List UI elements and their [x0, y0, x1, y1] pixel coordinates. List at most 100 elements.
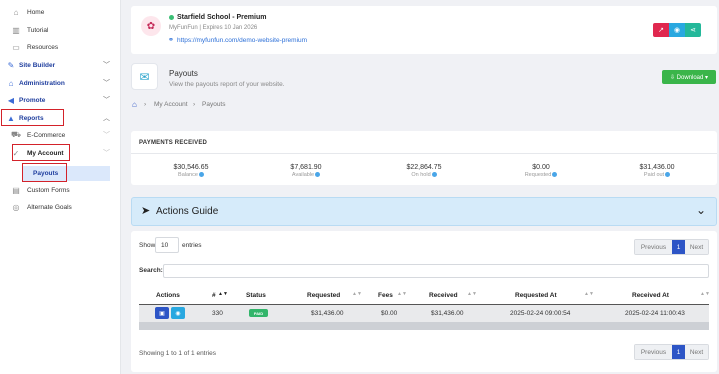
prev-button[interactable]: Previous: [635, 345, 672, 359]
sort-icon[interactable]: ▲▼: [467, 291, 477, 297]
stat-requested: $0.00 Requested: [486, 164, 596, 178]
highlight-payouts: [22, 163, 67, 182]
highlight-reports: [1, 109, 64, 126]
brush-icon: ✎: [7, 60, 15, 70]
prev-button[interactable]: Previous: [635, 240, 672, 254]
site-title: Starfield School - Premium: [177, 14, 267, 21]
sidebar-item-administration[interactable]: ⌂ Administration ﹀: [0, 75, 121, 91]
sidebar-item-site-builder[interactable]: ✎ Site Builder ﹀: [0, 57, 121, 73]
next-button[interactable]: Next: [685, 345, 708, 359]
col-actions: Actions: [156, 292, 180, 299]
page-subtitle: View the payouts report of your website.: [169, 81, 285, 88]
eye-icon: ◉: [673, 27, 681, 34]
actions-guide[interactable]: [131, 197, 717, 226]
page-1-button[interactable]: 1: [672, 240, 685, 254]
sidebar-item-promote[interactable]: ◀ Promote ﹀: [0, 92, 121, 108]
chevron-down-icon: ﹀: [103, 132, 110, 139]
sort-icon[interactable]: ▲▼: [352, 291, 362, 297]
entries-select[interactable]: 10: [155, 237, 179, 253]
info-icon: [198, 172, 204, 178]
breadcrumb-home-icon[interactable]: ⌂: [132, 100, 137, 109]
site-logo: ✿: [141, 16, 161, 36]
status-dot: [169, 15, 174, 20]
col-received-at[interactable]: Received At: [632, 292, 669, 299]
site-subtitle: MyFunFun | Expires 10 Jan 2026: [169, 25, 258, 31]
sort-icon[interactable]: ▲▼: [700, 291, 710, 297]
site-url[interactable]: https://myfunfun.com/demo-website-premiu…: [177, 37, 307, 44]
copy-icon: ▣: [159, 310, 165, 317]
sort-icon[interactable]: ▲▼: [218, 291, 228, 297]
sort-icon[interactable]: ▲▼: [397, 291, 407, 297]
info-icon: [315, 172, 321, 178]
info-icon: [552, 172, 558, 178]
unpublish-button[interactable]: ↗: [653, 23, 669, 37]
page-1-button[interactable]: 1: [672, 345, 685, 359]
search-label: Search:: [139, 267, 163, 274]
chevron-up-icon: ︿: [103, 115, 110, 122]
sort-icon[interactable]: ▲▼: [584, 291, 594, 297]
divider: [131, 153, 717, 154]
chevron-down-icon: ﹀: [103, 80, 110, 87]
table-footer-bar: [139, 322, 709, 330]
site-actions: ↗ ◉ ⋖: [653, 23, 701, 37]
row-requested-at: 2025-02-24 09:00:54: [510, 310, 571, 317]
col-fees[interactable]: Fees: [378, 292, 393, 299]
sidebar-item-tutorial[interactable]: ▥ Tutorial: [0, 22, 121, 38]
stat-on-hold: $22,864.75 On hold: [406, 164, 442, 178]
entries-info: Showing 1 to 1 of 1 entries: [139, 350, 216, 357]
status-badge: PAID: [249, 309, 268, 317]
chevron-down-icon: ﹀: [103, 97, 110, 104]
breadcrumb-sep-icon: ›: [193, 101, 196, 108]
actions-guide-title: Actions Guide: [156, 206, 219, 217]
share-button[interactable]: ⋖: [685, 23, 701, 37]
row-received: $31,436.00: [431, 310, 464, 317]
folder-icon: ▭: [12, 42, 20, 52]
col-requested[interactable]: Requested: [307, 292, 340, 299]
share-icon: ⋖: [690, 27, 696, 34]
entries-label: entries: [182, 242, 202, 249]
copy-button[interactable]: ▣: [155, 307, 169, 319]
stat-paid-out: $31,436.00 Paid out: [639, 164, 675, 178]
download-button[interactable]: ⇩ Download ▾: [662, 70, 716, 84]
breadcrumb-payouts: Payouts: [202, 101, 226, 108]
sidebar-item-resources[interactable]: ▭ Resources: [0, 39, 121, 55]
info-icon: [431, 172, 437, 178]
col-status[interactable]: Status: [246, 292, 266, 299]
sidebar: ⌂ Home ▥ Tutorial ▭ Resources ✎ Site Bui…: [0, 0, 121, 374]
next-button[interactable]: Next: [685, 240, 708, 254]
row-fees: $0.00: [381, 310, 398, 317]
payments-title: PAYMENTS RECEIVED: [139, 140, 208, 146]
arrow-icon: ↗: [658, 27, 664, 34]
cart-icon: ⛟: [10, 130, 22, 139]
row-requested: $31,436.00: [311, 310, 344, 317]
col-id[interactable]: #: [212, 292, 216, 299]
chevron-down-icon: ﹀: [103, 150, 110, 157]
pager-top: Previous 1 Next: [634, 239, 709, 255]
col-received[interactable]: Received: [429, 292, 458, 299]
page-title: Payouts: [169, 69, 198, 78]
highlight-my-account: [12, 144, 70, 161]
sidebar-item-ecommerce[interactable]: ⛟ E-Commerce ﹀: [0, 127, 121, 143]
chevron-down-icon: ﹀: [103, 62, 110, 69]
megaphone-icon: ◀: [7, 95, 15, 105]
book-icon: ▥: [12, 25, 20, 35]
chevron-down-icon[interactable]: ⌄: [696, 203, 706, 217]
sidebar-item-custom-forms[interactable]: ▤ Custom Forms: [0, 182, 121, 198]
payouts-icon: ✉: [131, 63, 158, 90]
breadcrumb-my-account[interactable]: My Account: [154, 101, 188, 108]
pager-bottom: Previous 1 Next: [634, 344, 709, 360]
cursor-icon: ➤: [141, 205, 151, 217]
home-icon: ⌂: [13, 7, 19, 17]
row-received-at: 2025-02-24 11:00:43: [625, 310, 685, 317]
sidebar-item-alternate-goals[interactable]: ◎ Alternate Goals: [0, 199, 121, 215]
target-icon: ◎: [12, 202, 20, 212]
sidebar-item-home[interactable]: ⌂ Home: [0, 4, 121, 20]
search-input[interactable]: [163, 264, 709, 278]
view-row-button[interactable]: ◉: [171, 307, 185, 319]
view-button[interactable]: ◉: [669, 23, 685, 37]
form-icon: ▤: [12, 185, 20, 195]
eye-icon: ◉: [175, 310, 181, 317]
bank-icon: ⌂: [8, 78, 14, 88]
col-requested-at[interactable]: Requested At: [515, 292, 557, 299]
stat-balance: $30,546.65 Balance: [173, 164, 209, 178]
